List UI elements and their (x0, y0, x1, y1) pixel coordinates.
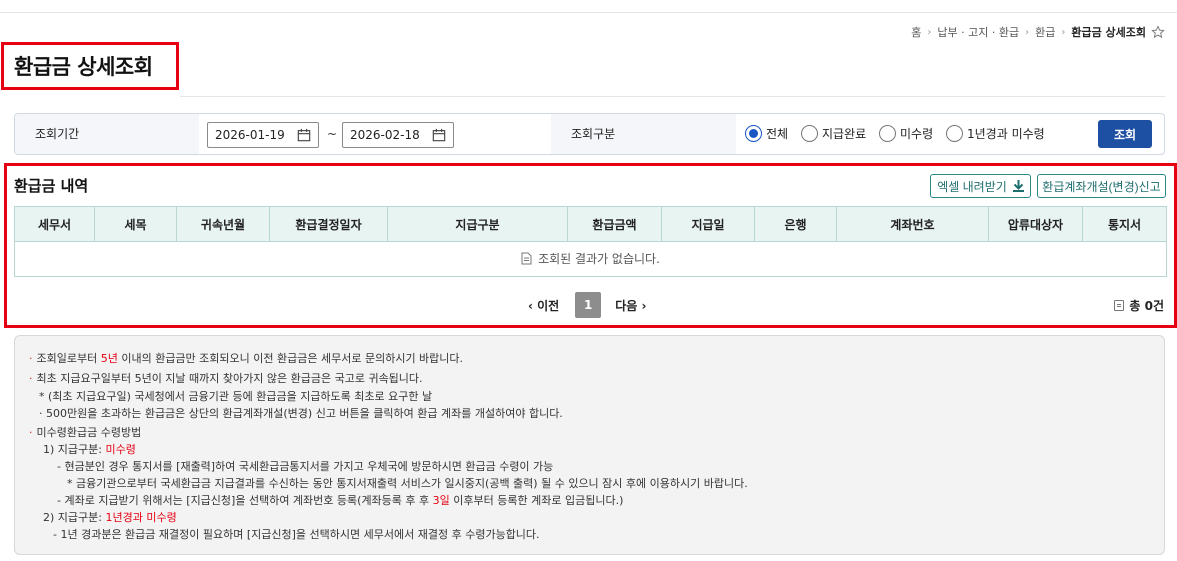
bullet-icon: · (29, 426, 33, 439)
refund-table: 세무서 세목 귀속년월 환급결정일자 지급구분 환급금액 지급일 은행 계좌번호… (14, 206, 1167, 277)
notice-text: 조회일로부터 (36, 352, 101, 365)
page-title: 환급금 상세조회 (14, 55, 153, 79)
radio-unchecked-icon[interactable] (801, 125, 818, 142)
total-count: 총 0건 (1114, 297, 1164, 314)
notice-highlight: 1년경과 미수령 (105, 511, 177, 524)
next-page-button[interactable]: 다음 › (615, 297, 646, 314)
notice-text: 2) 지급구분: (43, 511, 106, 524)
calendar-icon[interactable] (432, 128, 446, 142)
notice-line: - 1년 경과분은 환급금 재결정이 필요하며 [지급신청]을 선택하시면 세무… (53, 528, 540, 541)
notice-line: - 현금분인 경우 통지서를 [재출력]하여 국세환급금통지서를 가지고 우체국… (57, 460, 554, 473)
list-icon (1114, 300, 1125, 311)
star-icon[interactable] (1151, 25, 1165, 39)
result-section-highlight: 환급금 내역 엑셀 내려받기 환급계좌개설(변경)신고 세무서 세목 귀속년월 … (4, 163, 1177, 328)
notice-highlight: 3일 (432, 494, 450, 507)
total-count-text: 총 0건 (1129, 299, 1164, 313)
column-header: 세목 (94, 206, 177, 242)
notice-text: 1) 지급구분: (43, 443, 106, 456)
chevron-right-icon: › (927, 26, 932, 38)
period-label: 조회기간 (15, 114, 199, 154)
notice-line: · 최초 지급요구일부터 5년이 지날 때까지 찾아가지 않은 환급금은 국고로 … (29, 370, 423, 386)
date-range-separator: ~ (327, 127, 338, 141)
breadcrumb-item-refund[interactable]: 환급 (1035, 24, 1055, 40)
notice-highlight: 5년 (100, 352, 118, 365)
bullet-icon: · (29, 352, 33, 365)
notice-text: 최초 지급요구일부터 5년이 지날 때까지 찾아가지 않은 환급금은 국고로 귀… (36, 372, 423, 385)
notice-line: * (최초 지급요구일) 국세청에서 금융기관 등에 환급금을 지급하도록 최초… (39, 390, 433, 403)
notice-line: 2) 지급구분: 1년경과 미수령 (43, 509, 177, 525)
radio-unclaimed-1yr[interactable]: 1년경과 미수령 (946, 125, 1045, 142)
chevron-right-icon: › (1061, 26, 1066, 38)
excel-download-label: 엑셀 내려받기 (937, 179, 1007, 194)
breadcrumb: 홈 › 납부 · 고지 · 환급 › 환급 › 환급금 상세조회 (911, 24, 1165, 40)
prev-page-button[interactable]: ‹ 이전 (528, 297, 559, 314)
breadcrumb-item-payment[interactable]: 납부 · 고지 · 환급 (937, 24, 1019, 40)
column-header: 환급금액 (567, 206, 662, 242)
radio-checked-icon[interactable] (745, 125, 762, 142)
excel-download-button[interactable]: 엑셀 내려받기 (930, 174, 1031, 198)
column-header: 지급구분 (387, 206, 568, 242)
document-icon (521, 252, 532, 268)
top-divider (0, 12, 1177, 13)
search-panel: 조회기간 2026-01-19 ~ 2026-02-18 조회구분 전체 지급완… (14, 113, 1165, 155)
notice-text: 미수령환급금 수령방법 (36, 426, 142, 439)
column-header: 귀속년월 (176, 206, 270, 242)
notice-line: · 500만원을 초과하는 환급금은 상단의 환급계좌개설(변경) 신고 버튼을… (39, 407, 563, 420)
radio-paid[interactable]: 지급완료 (801, 125, 866, 142)
date-from-field[interactable]: 2026-01-19 (207, 122, 319, 148)
notice-text: 이내의 환급금만 조회되오니 이전 환급금은 세무서로 문의하시기 바랍니다. (117, 352, 464, 365)
section-title: 환급금 내역 (14, 177, 89, 195)
radio-paid-label: 지급완료 (822, 127, 867, 141)
chevron-right-icon: › (1025, 26, 1030, 38)
column-header: 세무서 (14, 206, 95, 242)
calendar-icon[interactable] (297, 128, 311, 142)
column-header: 압류대상자 (988, 206, 1083, 242)
column-header: 환급결정일자 (269, 206, 388, 242)
radio-unclaimed-1yr-label: 1년경과 미수령 (967, 127, 1045, 141)
radio-all-label: 전체 (766, 127, 789, 141)
download-icon (1012, 180, 1024, 192)
breadcrumb-home[interactable]: 홈 (911, 24, 921, 40)
current-page-button[interactable]: 1 (575, 292, 602, 318)
empty-message-cell: 조회된 결과가 없습니다. (14, 241, 1167, 277)
date-to-value: 2026-02-18 (350, 128, 420, 142)
notice-box: · 조회일로부터 5년 이내의 환급금만 조회되오니 이전 환급금은 세무서로 문… (14, 335, 1165, 555)
prev-label: 이전 (537, 298, 560, 313)
bullet-icon: · (29, 372, 33, 385)
refund-account-button[interactable]: 환급계좌개설(변경)신고 (1037, 174, 1166, 198)
notice-line: * 금융기관으로부터 국세환급금 지급결과를 수신하는 동안 통지서재출력 서비… (67, 477, 748, 490)
type-label: 조회구분 (551, 114, 736, 154)
page-title-highlight: 환급금 상세조회 (1, 42, 179, 90)
table-row: 조회된 결과가 없습니다. (14, 241, 1167, 277)
radio-unclaimed-label: 미수령 (900, 127, 934, 141)
notice-line: 1) 지급구분: 미수령 (43, 441, 136, 457)
table-header-row: 세무서 세목 귀속년월 환급결정일자 지급구분 환급금액 지급일 은행 계좌번호… (14, 206, 1167, 242)
notice-text: 이후부터 등록한 계좌로 입금됩니다.) (449, 494, 624, 507)
title-divider (180, 96, 1165, 97)
notice-line: · 조회일로부터 5년 이내의 환급금만 조회되오니 이전 환급금은 세무서로 문… (29, 350, 463, 366)
radio-unchecked-icon[interactable] (946, 125, 963, 142)
notice-line: - 계좌로 지급받기 위해서는 [지급신청]을 선택하여 계좌번호 등록(계좌등… (57, 492, 623, 508)
column-header: 은행 (754, 206, 837, 242)
column-header: 통지서 (1082, 206, 1167, 242)
empty-message: 조회된 결과가 없습니다. (538, 252, 660, 267)
radio-unchecked-icon[interactable] (879, 125, 896, 142)
breadcrumb-current: 환급금 상세조회 (1071, 26, 1146, 39)
date-from-value: 2026-01-19 (215, 128, 285, 142)
date-to-field[interactable]: 2026-02-18 (342, 122, 454, 148)
notice-line: · 미수령환급금 수령방법 (29, 424, 141, 440)
notice-text: - 계좌로 지급받기 위해서는 [지급신청]을 선택하여 계좌번호 등록(계좌등… (57, 494, 433, 507)
radio-all[interactable]: 전체 (745, 125, 788, 142)
pagination: ‹ 이전 1 다음 › (528, 292, 646, 318)
radio-unclaimed[interactable]: 미수령 (879, 125, 933, 142)
next-label: 다음 (615, 298, 638, 313)
column-header: 지급일 (661, 206, 755, 242)
search-button[interactable]: 조회 (1098, 120, 1152, 148)
notice-highlight: 미수령 (105, 443, 136, 456)
column-header: 계좌번호 (836, 206, 989, 242)
